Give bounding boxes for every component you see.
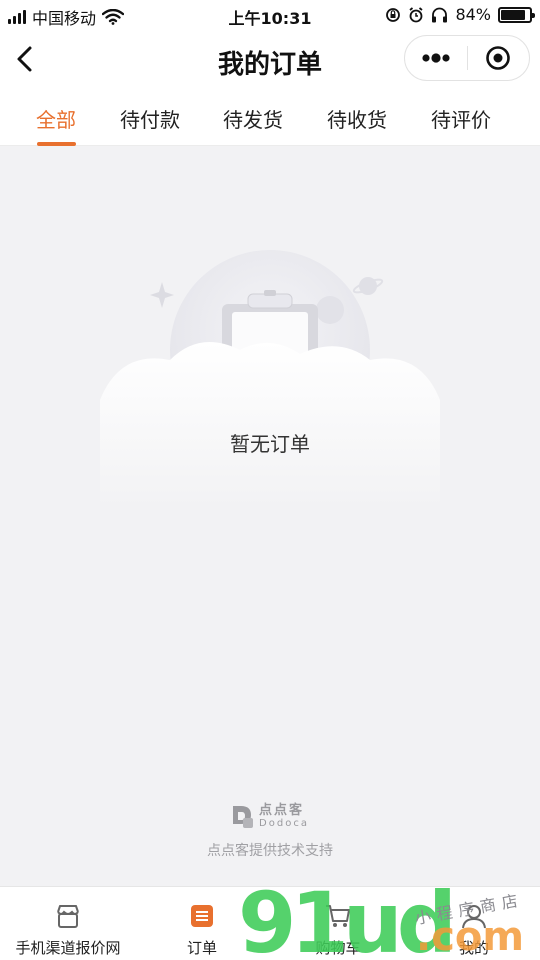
empty-orders-illustration — [100, 250, 440, 510]
tabbar-label-home: 手机渠道报价网 — [15, 939, 121, 957]
rotation-lock-icon — [386, 7, 401, 22]
battery-icon — [498, 6, 535, 23]
more-dots-icon — [422, 53, 450, 63]
brand-footer: 点点客 Dodoca 点点客提供技术支持 — [0, 804, 540, 860]
tab-pending-review[interactable]: 待评价 — [411, 104, 511, 133]
empty-state-message: 暂无订单 — [230, 432, 310, 456]
tab-pending-receipt[interactable]: 待收货 — [307, 104, 407, 133]
battery-percent: 84% — [455, 5, 491, 24]
mini-program-capsule — [404, 35, 530, 81]
status-bar: 中国移动 上午10:31 84% — [0, 0, 540, 30]
store-icon — [57, 905, 79, 928]
tabbar-label-cart: 购物车 — [315, 939, 361, 957]
close-mini-program-button[interactable] — [467, 36, 529, 80]
sparkle-icon — [150, 282, 174, 308]
tab-all[interactable]: 全部 — [6, 104, 106, 133]
alarm-icon — [409, 6, 423, 22]
nav-bar: 我的订单 — [0, 30, 540, 88]
more-button[interactable] — [405, 36, 467, 80]
tabbar-label-orders: 订单 — [186, 939, 217, 957]
brand-logo: 点点客 Dodoca — [231, 804, 309, 830]
target-icon — [486, 46, 511, 70]
order-list-icon — [191, 905, 213, 927]
brand-name: 点点客 — [259, 803, 305, 818]
dodoca-logo-icon — [233, 806, 254, 828]
tabbar-label-me: 我的 — [458, 939, 489, 957]
headphones-icon — [432, 7, 448, 22]
bottom-tab-bar: 手机渠道报价网 订单 购物车 我的 — [0, 886, 540, 960]
tabbar-item-orders[interactable]: 订单 — [172, 901, 232, 958]
tab-pending-payment[interactable]: 待付款 — [100, 104, 200, 133]
order-status-tabs: 全部 待付款 待发货 待收货 待评价 — [0, 88, 540, 146]
planet-icon — [352, 277, 384, 295]
tabbar-item-me[interactable]: 我的 — [444, 901, 504, 958]
tabbar-item-home[interactable]: 手机渠道报价网 — [15, 901, 121, 958]
tabbar-item-cart[interactable]: 购物车 — [308, 901, 368, 958]
tech-support-text: 点点客提供技术支持 — [207, 843, 333, 859]
tab-pending-shipment[interactable]: 待发货 — [203, 104, 303, 133]
brand-latin: Dodoca — [259, 818, 309, 829]
cart-icon — [326, 905, 350, 927]
user-icon — [462, 905, 486, 929]
active-tab-indicator — [37, 142, 76, 146]
